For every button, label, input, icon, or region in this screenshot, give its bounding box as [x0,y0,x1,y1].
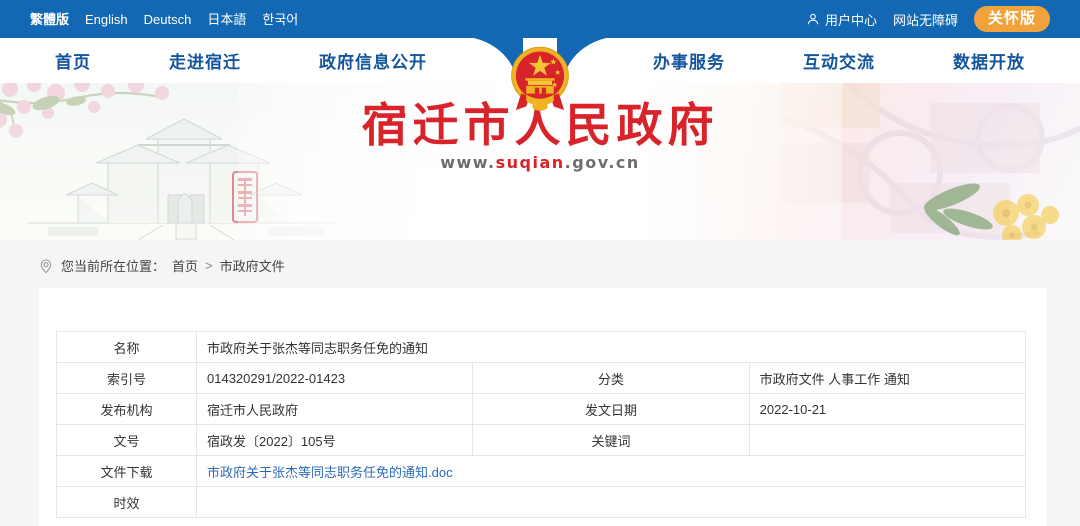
meta-label-validity: 时效 [56,486,197,518]
nav-item-services[interactable]: 办事服务 [653,48,725,73]
breadcrumb: 您当前所在位置： 首页 > 市政府文件 [0,240,1080,275]
nav-item-home[interactable]: 首页 [55,48,91,73]
table-row: 时效 [56,486,1026,518]
top-right-links: 用户中心 网站无障碍 关怀版 [806,6,1050,32]
lang-item-japanese[interactable]: 日本語 [207,13,246,26]
meta-value-issue-date: 2022-10-21 [748,393,1027,425]
breadcrumb-separator: > [205,258,213,273]
nav-right-group: 办事服务 互动交流 数据开放 [653,48,1025,73]
meta-label-issuing-agency: 发布机构 [56,393,197,425]
meta-label-doc-no: 文号 [56,424,197,456]
meta-label-issue-date: 发文日期 [472,393,750,425]
site-url-prefix: www. [440,153,496,173]
meta-value-keywords [748,424,1027,456]
table-row: 文号 宿政发〔2022〕105号 关键词 [56,424,1027,456]
lang-item-korean[interactable]: 한국어 [262,13,298,26]
meta-value-issuing-agency: 宿迁市人民政府 [195,393,474,425]
national-emblem-icon [497,36,583,122]
lang-item-traditional[interactable]: 繁體版 [30,13,69,26]
user-center-link[interactable]: 用户中心 [806,10,877,29]
nav-item-about-suqian[interactable]: 走进宿迁 [169,48,241,73]
meta-label-keywords: 关键词 [472,424,750,456]
meta-value-validity [196,486,1026,518]
user-icon [806,12,820,26]
user-center-label: 用户中心 [824,12,877,28]
top-utility-bar: 繁體版 English Deutsch 日本語 한국어 用户中心 网站无障碍 关… [0,0,1080,38]
meta-value-index-no: 014320291/2022-01423 [195,362,474,394]
lang-item-english[interactable]: English [85,13,128,26]
care-version-button[interactable]: 关怀版 [973,6,1050,32]
breadcrumb-item-home[interactable]: 首页 [172,256,198,275]
nav-item-open-data[interactable]: 数据开放 [953,48,1025,73]
main-nav-bar: 首页 走进宿迁 政府信息公开 办事服务 互动交流 数据开放 [0,38,1080,111]
breadcrumb-item-current[interactable]: 市政府文件 [220,256,285,275]
location-pin-icon [38,258,54,274]
site-url-highlight: suqian [495,153,565,173]
document-detail-card: 名称 市政府关于张杰等同志职务任免的通知 索引号 014320291/2022-… [39,288,1046,526]
site-url-suffix: .gov.cn [564,153,640,173]
table-row: 索引号 014320291/2022-01423 分类 市政府文件 人事工作 通… [56,362,1027,394]
meta-value-category: 市政府文件 人事工作 通知 [748,362,1027,394]
meta-label-index-no: 索引号 [56,362,197,394]
site-url: www.suqian.gov.cn [0,153,1080,172]
nav-item-interaction[interactable]: 互动交流 [803,48,875,73]
yellow-flower-illustration-icon [924,183,1059,240]
nav-left-group: 首页 走进宿迁 政府信息公开 [55,48,427,73]
table-row: 发布机构 宿迁市人民政府 发文日期 2022-10-21 [56,393,1027,425]
file-download-link[interactable]: 市政府关于张杰等同志职务任免的通知.doc [207,465,453,480]
content-area: 您当前所在位置： 首页 > 市政府文件 名称 市政府关于张杰等同志职务任免的通知… [0,240,1080,526]
meta-value-file-download[interactable]: 市政府关于张杰等同志职务任免的通知.doc [196,455,1026,487]
document-meta-table: 名称 市政府关于张杰等同志职务任免的通知 索引号 014320291/2022-… [56,331,1027,518]
table-row: 文件下载 市政府关于张杰等同志职务任免的通知.doc [56,455,1026,487]
meta-value-name: 市政府关于张杰等同志职务任免的通知 [196,331,1026,363]
accessibility-link[interactable]: 网站无障碍 [893,10,958,29]
breadcrumb-prefix: 您当前所在位置： [61,259,166,274]
nav-item-gov-info-disclosure[interactable]: 政府信息公开 [319,48,427,73]
meta-value-doc-no: 宿政发〔2022〕105号 [195,424,474,456]
meta-label-category: 分类 [472,362,750,394]
lang-item-deutsch[interactable]: Deutsch [144,13,192,26]
table-row: 名称 市政府关于张杰等同志职务任免的通知 [56,331,1026,363]
meta-label-file-download: 文件下载 [56,455,197,487]
meta-label-name: 名称 [56,331,197,363]
language-switcher: 繁體版 English Deutsch 日本語 한국어 [30,13,298,26]
